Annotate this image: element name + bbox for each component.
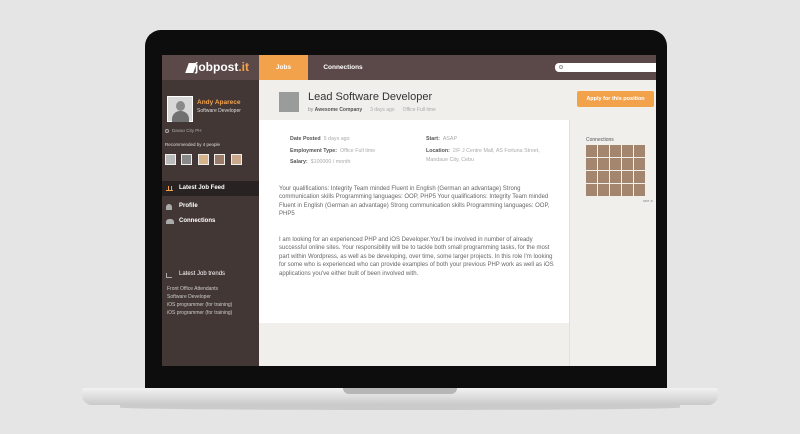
sidebar-item-label: Connections bbox=[179, 218, 216, 224]
logo[interactable]: jobpost.it bbox=[162, 55, 259, 80]
trend-item[interactable]: iOS programmer (for training) bbox=[167, 310, 232, 316]
connection-avatar[interactable] bbox=[586, 184, 597, 196]
connection-avatar[interactable] bbox=[622, 145, 633, 157]
sidebar-item-connections[interactable]: Connections bbox=[162, 214, 259, 229]
laptop-shadow bbox=[120, 405, 680, 410]
connections-grid bbox=[586, 145, 656, 197]
job-title: Lead Software Developer bbox=[308, 91, 433, 103]
trend-item[interactable]: iOS programmer (for training) bbox=[167, 302, 232, 308]
connection-avatar[interactable] bbox=[634, 158, 645, 170]
sidebar-item-latest-job-feed[interactable]: Latest Job Feed bbox=[162, 181, 259, 196]
employment-type: Office Full time bbox=[402, 107, 436, 113]
sidebar-item-label: Latest Job Feed bbox=[179, 185, 225, 191]
sidebar: Andy Aparece Software Developer Davao Ci… bbox=[162, 80, 259, 366]
start-label: Start: bbox=[426, 136, 440, 142]
recommender-avatar[interactable] bbox=[197, 154, 209, 165]
location-value-2: Mandaue City, Cebu bbox=[426, 157, 474, 163]
laptop-notch bbox=[343, 388, 457, 394]
see-all-connections-link[interactable]: see a bbox=[643, 198, 653, 203]
qualifications-text: Your qualifications: Integrity Team mind… bbox=[279, 186, 550, 218]
start-value: ASAP bbox=[442, 136, 457, 142]
recommender-avatar[interactable] bbox=[214, 154, 226, 165]
location-row-2: Mandaue City, Cebu bbox=[426, 157, 474, 163]
salary-label: Salary: bbox=[290, 159, 308, 165]
profile-location: Davao City PH bbox=[165, 128, 202, 133]
connection-avatar[interactable] bbox=[610, 145, 621, 157]
person-icon bbox=[166, 204, 172, 210]
connection-avatar[interactable] bbox=[610, 184, 621, 196]
company-name[interactable]: Awesome Company bbox=[315, 107, 362, 113]
connection-avatar[interactable] bbox=[598, 184, 609, 196]
connection-avatar[interactable] bbox=[622, 158, 633, 170]
employment-type-value: Office Full time bbox=[340, 148, 376, 154]
location-label: Location: bbox=[426, 148, 450, 154]
avatar-head bbox=[176, 101, 185, 111]
description-text: I am looking for an experienced PHP and … bbox=[279, 237, 554, 277]
recommended-label: Recommended by 4 people bbox=[165, 142, 221, 147]
recommender-avatar[interactable] bbox=[165, 154, 176, 165]
logo-tld: .it bbox=[238, 60, 249, 74]
trend-item[interactable]: Front Office Attendants bbox=[167, 286, 218, 292]
apply-button[interactable]: Apply for this position bbox=[577, 91, 654, 107]
tab-connections[interactable]: Connections bbox=[308, 55, 378, 80]
connection-avatar[interactable] bbox=[598, 171, 609, 183]
connection-avatar[interactable] bbox=[598, 145, 609, 157]
date-posted-label: Date Posted bbox=[290, 136, 321, 142]
connection-avatar[interactable] bbox=[598, 158, 609, 170]
recommender-avatar[interactable] bbox=[181, 154, 193, 165]
connection-avatar[interactable] bbox=[634, 145, 645, 157]
trends-title: Latest Job trends bbox=[179, 271, 226, 277]
connection-avatar[interactable] bbox=[622, 171, 633, 183]
connection-avatar[interactable] bbox=[586, 145, 597, 157]
location-value: 2/F J Centre Mall, AS Fortuna Street, bbox=[452, 148, 540, 154]
profile-title: Software Developer bbox=[197, 108, 241, 114]
app-screen: jobpost.it Jobs Connections Andy Aparece… bbox=[162, 55, 656, 366]
salary-value: $100000 / month bbox=[310, 159, 351, 165]
search-icon bbox=[559, 65, 563, 69]
connection-avatar[interactable] bbox=[622, 184, 633, 196]
top-nav: jobpost.it Jobs Connections bbox=[162, 55, 656, 80]
job-subtitle: by Awesome Company 3 days ago Office Full … bbox=[308, 107, 436, 113]
employment-type-row: Employment Type: Office Full time bbox=[290, 148, 375, 154]
salary-row: Salary: $100000 / month bbox=[290, 159, 350, 165]
connection-avatar[interactable] bbox=[586, 158, 597, 170]
connection-avatar[interactable] bbox=[586, 171, 597, 183]
avatar-body bbox=[172, 111, 189, 122]
connection-avatar[interactable] bbox=[634, 171, 645, 183]
posted-ago: 3 days ago bbox=[370, 107, 395, 113]
avatar[interactable] bbox=[167, 96, 193, 122]
recommender-avatar[interactable] bbox=[230, 154, 242, 165]
sidebar-item-profile[interactable]: Profile bbox=[162, 199, 259, 214]
location-pin-icon bbox=[165, 128, 169, 133]
connection-avatar[interactable] bbox=[610, 158, 621, 170]
start-row: Start: ASAP bbox=[426, 136, 457, 142]
chart-icon bbox=[166, 273, 172, 278]
by-label: by bbox=[308, 107, 314, 113]
employment-type-label: Employment Type: bbox=[290, 148, 337, 154]
people-icon bbox=[166, 219, 174, 224]
sidebar-item-label: Profile bbox=[179, 203, 198, 209]
location-text: Davao City PH bbox=[172, 128, 202, 133]
date-posted-value: 5 days ago bbox=[323, 136, 350, 142]
profile-name[interactable]: Andy Aparece bbox=[197, 99, 240, 106]
recommender-avatars bbox=[165, 152, 243, 170]
pulse-icon bbox=[166, 186, 173, 191]
trend-item[interactable]: Software Developer bbox=[167, 294, 211, 300]
location-row: Location: 2/F J Centre Mall, AS Fortuna S… bbox=[426, 148, 540, 154]
connection-avatar[interactable] bbox=[634, 184, 645, 196]
connection-avatar[interactable] bbox=[610, 171, 621, 183]
connections-title: Connections bbox=[586, 137, 614, 143]
tab-jobs[interactable]: Jobs bbox=[259, 55, 308, 80]
company-logo bbox=[279, 92, 299, 112]
search-input[interactable] bbox=[555, 63, 656, 72]
date-posted: Date Posted 5 days ago bbox=[290, 136, 350, 142]
